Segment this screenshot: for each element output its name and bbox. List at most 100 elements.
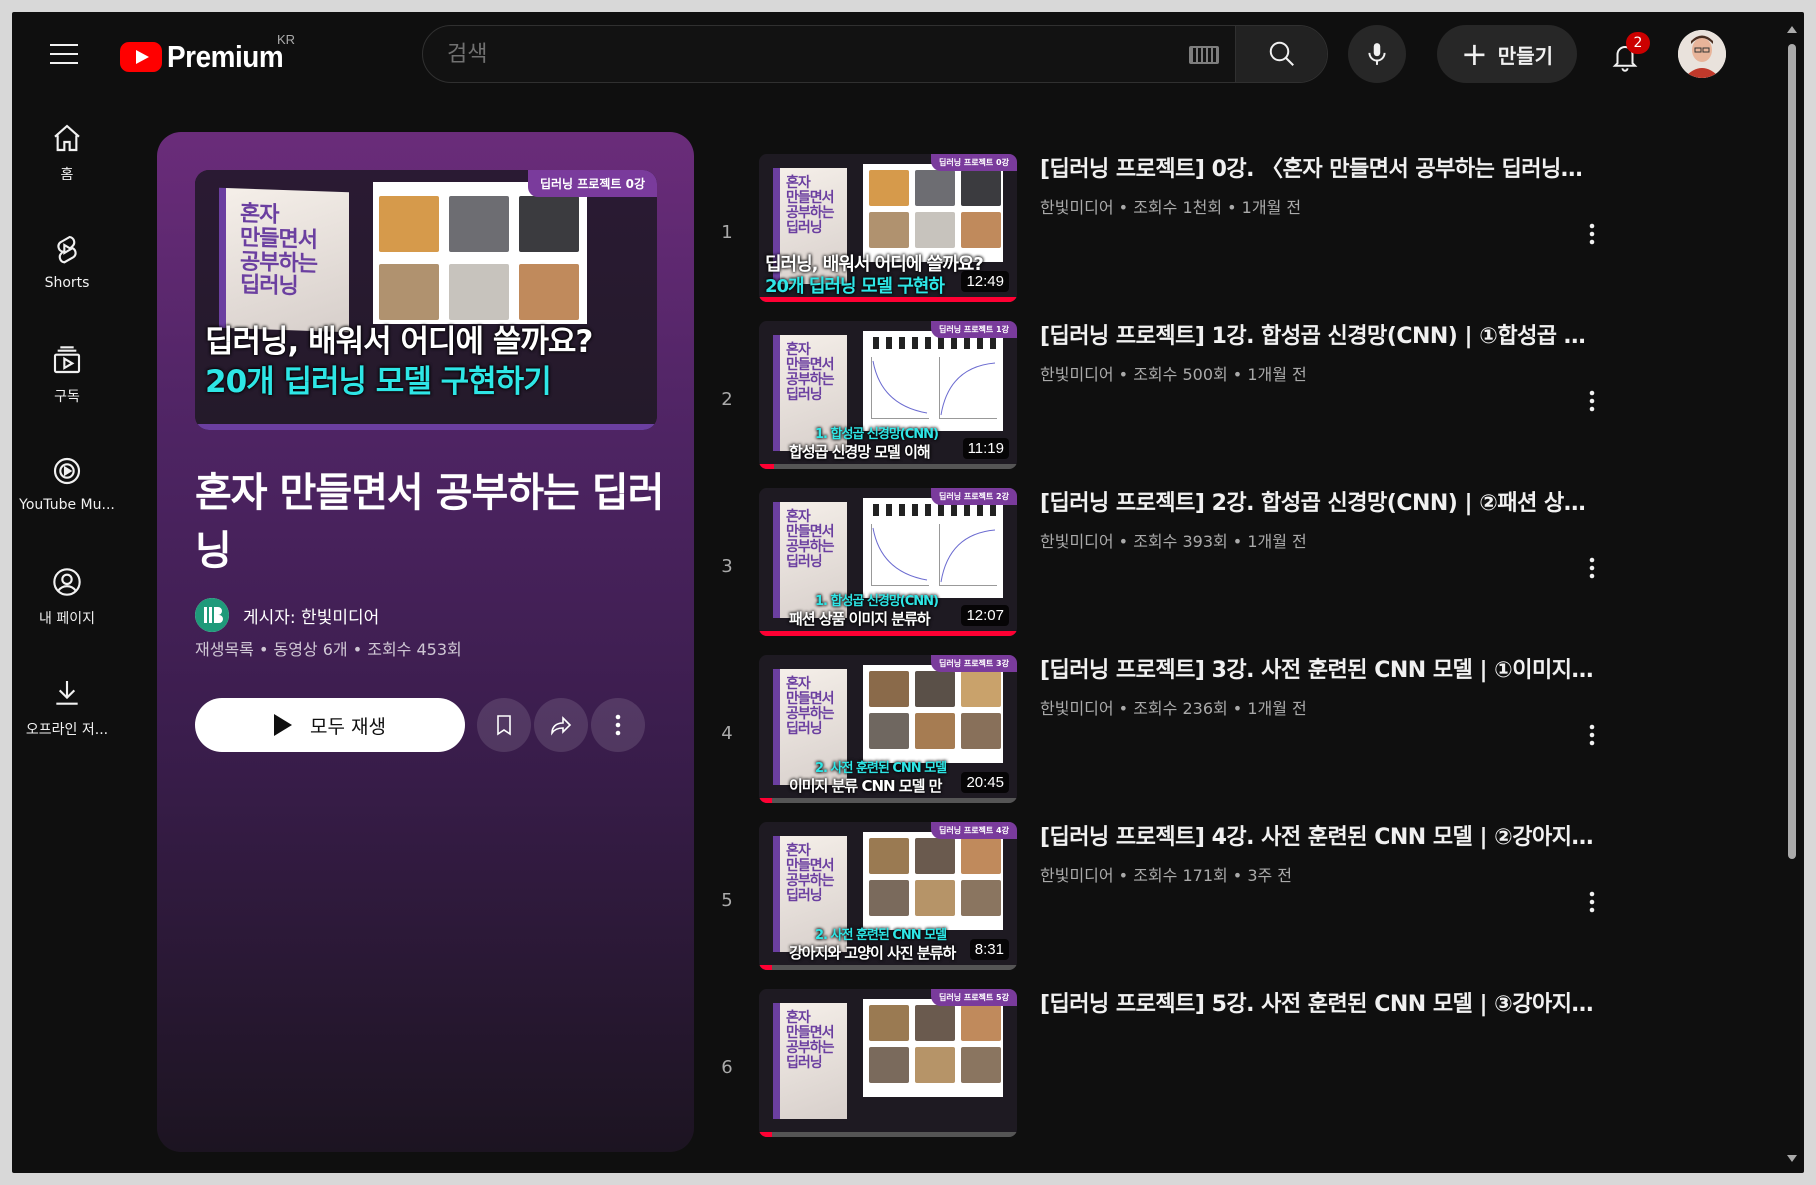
thumbnail-caption-bottom: 20개 딥러닝 모델 구현하기: [205, 364, 552, 400]
sample-images-grid: [373, 182, 587, 324]
playlist-video-row[interactable]: 6 혼자 만들면서 공부하는 딥러닝 딥러닝 프로젝트 5강 [딥러닝 프로젝트…: [712, 989, 1752, 1169]
watch-progress-bar: [759, 1132, 772, 1137]
sidebar: 홈 Shorts 구독 YouTube Mu... 내 페이지 오프라인 저..…: [12, 110, 122, 776]
thumbnail-caption-bottom: 이미지 분류 CNN 모델 만: [789, 777, 942, 795]
lecture-tag: 딥러닝 프로젝트 1강: [930, 321, 1017, 338]
user-avatar-icon: [1678, 30, 1726, 78]
sidebar-item-downloads[interactable]: 오프라인 저...: [12, 665, 122, 776]
video-index: 4: [721, 723, 733, 744]
video-duration: 20:45: [961, 772, 1009, 793]
menu-icon[interactable]: [50, 44, 78, 64]
video-title[interactable]: [딥러닝 프로젝트] 2강. 합성곱 신경망(CNN) | ②패션 상품 이..…: [1040, 488, 1600, 520]
watch-progress-bar: [759, 798, 772, 803]
watch-progress-bar: [759, 965, 772, 970]
video-title[interactable]: [딥러닝 프로젝트] 1강. 합성곱 신경망(CNN) | ①합성곱 신경...: [1040, 321, 1600, 353]
more-vertical-icon: [615, 714, 621, 736]
video-more-options-button[interactable]: [1574, 882, 1610, 922]
create-label: 만들기: [1497, 43, 1553, 68]
video-title[interactable]: [딥러닝 프로젝트] 3강. 사전 훈련된 CNN 모델 | ①이미지 분...: [1040, 655, 1600, 687]
video-title[interactable]: [딥러닝 프로젝트] 5강. 사전 훈련된 CNN 모델 | ③강아지와 ...: [1040, 989, 1600, 1021]
sidebar-item-label: 오프라인 저...: [25, 722, 109, 738]
voice-search-button[interactable]: [1348, 25, 1406, 83]
watch-progress-bar: [759, 297, 1017, 302]
sidebar-item-label: YouTube Mu...: [19, 497, 115, 513]
watch-progress-bar: [759, 464, 775, 469]
video-index: 2: [721, 389, 733, 410]
video-meta: 한빛미디어 • 조회수 236회 • 1개월 전: [1040, 699, 1307, 718]
video-meta: 한빛미디어 • 조회수 393회 • 1개월 전: [1040, 532, 1307, 551]
home-icon: [54, 124, 80, 152]
notification-count-badge: 2: [1626, 32, 1650, 54]
video-thumbnail[interactable]: 혼자 만들면서 공부하는 딥러닝 딥러닝 프로젝트 1강 1. 합성곱 신경망(…: [759, 321, 1017, 469]
microphone-icon: [1368, 43, 1386, 65]
playlist-thumbnail[interactable]: 혼자 만들면서 공부하는 딥러닝 딥러닝 프로젝트 0강 딥러닝, 배워서 어디…: [195, 170, 657, 430]
sample-images-grid: [863, 498, 1003, 598]
lecture-tag: 딥러닝 프로젝트 4강: [930, 822, 1017, 839]
playlist-title: 혼자 만들면서 공부하는 딥러닝: [195, 470, 664, 574]
create-button[interactable]: + 만들기: [1437, 25, 1577, 83]
sidebar-item-shorts[interactable]: Shorts: [12, 221, 122, 332]
video-meta: 한빛미디어 • 조회수 1천회 • 1개월 전: [1040, 198, 1302, 217]
watch-progress-track: [759, 1132, 1017, 1137]
thumbnail-caption-top: 2. 사전 훈련된 CNN 모델: [815, 761, 947, 776]
account-avatar[interactable]: [1678, 30, 1726, 78]
video-index: 3: [721, 556, 733, 577]
playlist-video-row[interactable]: 2 혼자 만들면서 공부하는 딥러닝 딥러닝 프로젝트 1강 1. 합성곱 신경…: [712, 321, 1752, 501]
sidebar-item-youtube-music[interactable]: YouTube Mu...: [12, 443, 122, 554]
video-more-options-button[interactable]: [1574, 381, 1610, 421]
playlist-video-row[interactable]: 1 혼자 만들면서 공부하는 딥러닝 딥러닝 프로젝트 0강 딥러닝, 배워서 …: [712, 154, 1752, 334]
video-thumbnail[interactable]: 혼자 만들면서 공부하는 딥러닝 딥러닝 프로젝트 2강 1. 합성곱 신경망(…: [759, 488, 1017, 636]
search-input[interactable]: [423, 26, 1189, 82]
share-icon: [551, 716, 572, 736]
playlist-video-row[interactable]: 4 혼자 만들면서 공부하는 딥러닝 딥러닝 프로젝트 3강 2. 사전 훈련된…: [712, 655, 1752, 835]
lecture-tag: 딥러닝 프로젝트 3강: [930, 655, 1017, 672]
sidebar-item-home[interactable]: 홈: [12, 110, 122, 221]
thumbnail-caption-top: 1. 합성곱 신경망(CNN): [815, 594, 939, 609]
more-vertical-icon: [1589, 223, 1595, 245]
thumbnail-caption-bottom: 강아지와 고양이 사진 분류하: [789, 944, 956, 962]
video-thumbnail[interactable]: 혼자 만들면서 공부하는 딥러닝 딥러닝 프로젝트 4강 2. 사전 훈련된 C…: [759, 822, 1017, 970]
owner-name: 게시자: 한빛미디어: [243, 607, 380, 628]
scroll-up-arrow-icon[interactable]: [1787, 26, 1797, 33]
playlist-owner[interactable]: 게시자: 한빛미디어: [195, 598, 379, 632]
sample-images-grid: [863, 331, 1003, 431]
playlist-video-row[interactable]: 5 혼자 만들면서 공부하는 딥러닝 딥러닝 프로젝트 4강 2. 사전 훈련된…: [712, 822, 1752, 1002]
video-thumbnail[interactable]: 혼자 만들면서 공부하는 딥러닝 딥러닝 프로젝트 0강 딥러닝, 배워서 어디…: [759, 154, 1017, 302]
more-actions-button[interactable]: [591, 698, 645, 752]
scroll-down-arrow-icon[interactable]: [1787, 1155, 1797, 1162]
share-button[interactable]: [534, 698, 588, 752]
sample-images-grid: [863, 999, 1003, 1097]
book-cover-text: 혼자 만들면서 공부하는 딥러닝: [786, 175, 835, 237]
scrollbar[interactable]: [1786, 24, 1798, 1164]
save-playlist-button[interactable]: [477, 698, 531, 752]
sample-images-grid: [863, 832, 1003, 930]
video-more-options-button[interactable]: [1574, 214, 1610, 254]
play-all-button[interactable]: 모두 재생: [195, 698, 465, 752]
video-title[interactable]: [딥러닝 프로젝트] 0강. 〈혼자 만들면서 공부하는 딥러닝〉 ...: [1040, 154, 1600, 186]
search-button[interactable]: [1235, 26, 1327, 82]
video-duration: 12:07: [961, 605, 1009, 626]
book-cover-text: 혼자 만들면서 공부하는 딥러닝: [786, 1010, 835, 1072]
play-all-label: 모두 재생: [310, 715, 386, 738]
video-more-options-button[interactable]: [1574, 548, 1610, 588]
book-cover-image: 혼자 만들면서 공부하는 딥러닝: [773, 1003, 847, 1119]
lecture-tag: 딥러닝 프로젝트 0강: [527, 170, 657, 197]
sidebar-item-my-page[interactable]: 내 페이지: [12, 554, 122, 665]
playlist-header-panel: 혼자 만들면서 공부하는 딥러닝 딥러닝 프로젝트 0강 딥러닝, 배워서 어디…: [157, 132, 694, 1152]
playlist-video-row[interactable]: 3 혼자 만들면서 공부하는 딥러닝 딥러닝 프로젝트 2강 1. 합성곱 신경…: [712, 488, 1752, 668]
video-index: 5: [721, 890, 733, 911]
lecture-tag: 딥러닝 프로젝트 2강: [930, 488, 1017, 505]
video-thumbnail[interactable]: 혼자 만들면서 공부하는 딥러닝 딥러닝 프로젝트 5강: [759, 989, 1017, 1137]
video-thumbnail[interactable]: 혼자 만들면서 공부하는 딥러닝 딥러닝 프로젝트 3강 2. 사전 훈련된 C…: [759, 655, 1017, 803]
youtube-premium-logo[interactable]: Premium: [120, 39, 296, 75]
sidebar-item-label: 홈: [60, 167, 74, 183]
notifications-button[interactable]: 2: [1602, 30, 1652, 80]
browser-window: Premium KR + 만들기 2 홈: [12, 12, 1804, 1173]
youtube-play-icon: [120, 42, 162, 72]
playlist-meta: 재생목록 • 동영상 6개 • 조회수 453회: [195, 640, 462, 659]
video-more-options-button[interactable]: [1574, 715, 1610, 755]
sidebar-item-subscriptions[interactable]: 구독: [12, 332, 122, 443]
keyboard-icon[interactable]: [1189, 46, 1219, 64]
video-title[interactable]: [딥러닝 프로젝트] 4강. 사전 훈련된 CNN 모델 | ②강아지와 ...: [1040, 822, 1600, 854]
scrollbar-thumb[interactable]: [1788, 44, 1796, 859]
